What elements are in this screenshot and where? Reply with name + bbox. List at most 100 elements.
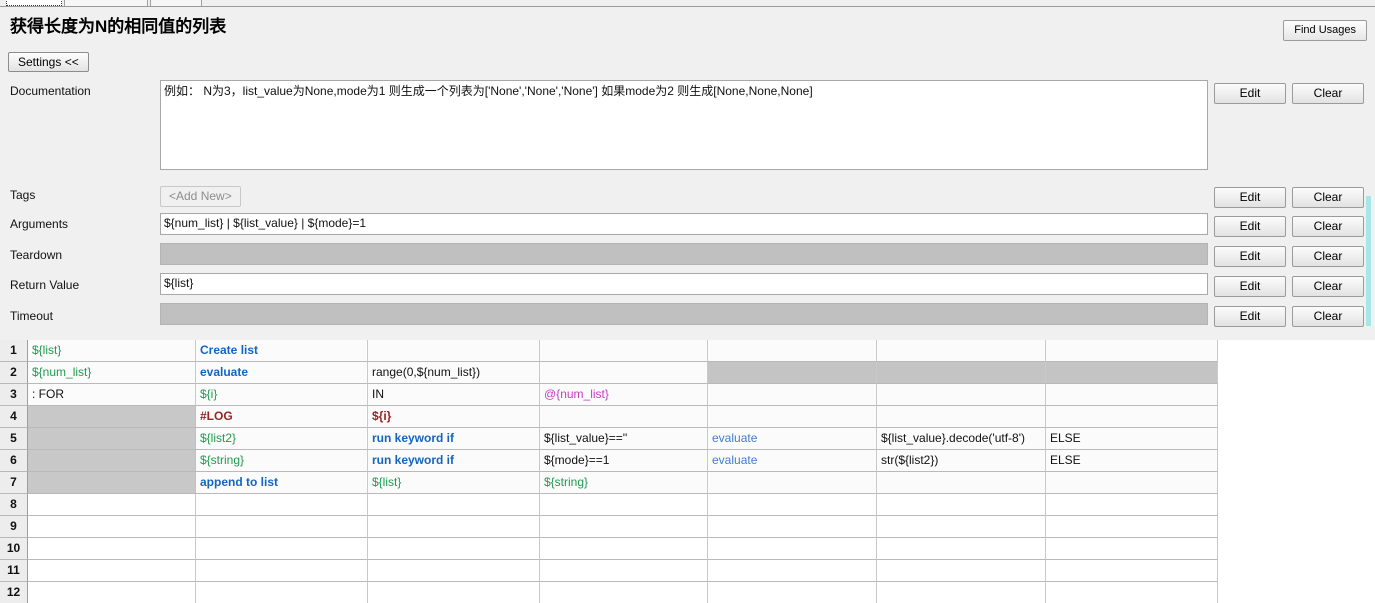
grid-cell[interactable] — [368, 560, 540, 582]
vertical-scrollbar-track[interactable] — [1371, 196, 1375, 326]
vertical-scrollbar-thumb[interactable] — [1366, 196, 1371, 326]
grid-cell[interactable] — [540, 516, 708, 538]
row-number[interactable]: 2 — [0, 362, 28, 384]
table-row[interactable]: 10 — [0, 538, 1375, 560]
table-row[interactable]: 8 — [0, 494, 1375, 516]
grid-cell[interactable] — [28, 494, 196, 516]
grid-cell[interactable]: ${list_value}=='' — [540, 428, 708, 450]
grid-cell[interactable] — [28, 560, 196, 582]
grid-cell[interactable] — [28, 582, 196, 603]
row-number[interactable]: 1 — [0, 340, 28, 362]
grid-cell[interactable] — [877, 494, 1046, 516]
table-row[interactable]: 9 — [0, 516, 1375, 538]
return-value-field[interactable]: ${list} — [160, 273, 1208, 295]
grid-cell[interactable] — [877, 582, 1046, 603]
grid-cell[interactable]: run keyword if — [368, 428, 540, 450]
grid-cell[interactable]: ${list2} — [196, 428, 368, 450]
grid-cell[interactable] — [877, 340, 1046, 362]
grid-cell[interactable] — [1046, 538, 1218, 560]
timeout-edit-button[interactable]: Edit — [1214, 306, 1286, 327]
grid-cell[interactable]: append to list — [196, 472, 368, 494]
grid-cell[interactable] — [1046, 582, 1218, 603]
grid-cell[interactable] — [1046, 494, 1218, 516]
tab-run[interactable]: Run — [150, 0, 202, 6]
row-number[interactable]: 8 — [0, 494, 28, 516]
grid-cell[interactable]: ${i} — [196, 384, 368, 406]
teardown-edit-button[interactable]: Edit — [1214, 246, 1286, 267]
table-row[interactable]: 12 — [0, 582, 1375, 603]
grid-cell[interactable] — [196, 538, 368, 560]
grid-cell[interactable] — [877, 406, 1046, 428]
grid-cell[interactable] — [708, 362, 877, 384]
grid-cell[interactable]: ${string} — [196, 450, 368, 472]
grid-cell[interactable] — [877, 538, 1046, 560]
grid-cell[interactable] — [368, 582, 540, 603]
row-number[interactable]: 12 — [0, 582, 28, 603]
grid-cell[interactable] — [368, 516, 540, 538]
grid-cell[interactable] — [540, 494, 708, 516]
grid-cell[interactable]: #LOG — [196, 406, 368, 428]
grid-cell[interactable] — [877, 384, 1046, 406]
grid-cell[interactable] — [708, 384, 877, 406]
documentation-clear-button[interactable]: Clear — [1292, 83, 1364, 104]
grid-cell[interactable] — [540, 362, 708, 384]
grid-cell[interactable]: ${i} — [368, 406, 540, 428]
grid-cell[interactable] — [28, 472, 196, 494]
grid-cell[interactable] — [1046, 472, 1218, 494]
grid-cell[interactable] — [708, 516, 877, 538]
grid-cell[interactable] — [540, 406, 708, 428]
table-row[interactable]: 7 append to list ${list} ${string} — [0, 472, 1375, 494]
grid-cell[interactable]: run keyword if — [368, 450, 540, 472]
grid-cell[interactable]: range(0,${num_list}) — [368, 362, 540, 384]
grid-cell[interactable]: @{num_list} — [540, 384, 708, 406]
grid-cell[interactable] — [708, 472, 877, 494]
documentation-field[interactable]: 例如： N为3，list_value为None,mode为1 则生成一个列表为[… — [160, 80, 1208, 170]
timeout-clear-button[interactable]: Clear — [1292, 306, 1364, 327]
table-row[interactable]: 4 #LOG ${i} — [0, 406, 1375, 428]
row-number[interactable]: 7 — [0, 472, 28, 494]
grid-cell[interactable] — [540, 340, 708, 362]
grid-cell[interactable]: ${string} — [540, 472, 708, 494]
grid-cell[interactable] — [28, 516, 196, 538]
grid-cell[interactable] — [877, 362, 1046, 384]
grid-cell[interactable] — [708, 340, 877, 362]
row-number[interactable]: 10 — [0, 538, 28, 560]
grid-cell[interactable] — [1046, 340, 1218, 362]
grid-cell[interactable] — [877, 516, 1046, 538]
timeout-field[interactable] — [160, 303, 1208, 325]
grid-cell[interactable]: ${mode}==1 — [540, 450, 708, 472]
grid-cell[interactable]: evaluate — [196, 362, 368, 384]
tags-edit-button[interactable]: Edit — [1214, 187, 1286, 208]
row-number[interactable]: 6 — [0, 450, 28, 472]
grid-cell[interactable] — [28, 450, 196, 472]
grid-cell[interactable]: ${list} — [368, 472, 540, 494]
grid-cell[interactable] — [368, 340, 540, 362]
teardown-clear-button[interactable]: Clear — [1292, 246, 1364, 267]
grid-cell[interactable]: IN — [368, 384, 540, 406]
grid-cell[interactable] — [877, 560, 1046, 582]
row-number[interactable]: 11 — [0, 560, 28, 582]
arguments-edit-button[interactable]: Edit — [1214, 216, 1286, 237]
grid-cell[interactable] — [196, 560, 368, 582]
grid-cell[interactable] — [708, 494, 877, 516]
grid-cell[interactable]: evaluate — [708, 428, 877, 450]
settings-toggle-button[interactable]: Settings << — [8, 52, 89, 72]
grid-cell[interactable] — [708, 560, 877, 582]
grid-cell[interactable] — [196, 582, 368, 603]
grid-cell[interactable] — [28, 428, 196, 450]
find-usages-button[interactable]: Find Usages — [1283, 20, 1367, 41]
row-number[interactable]: 4 — [0, 406, 28, 428]
grid-cell[interactable]: ${num_list} — [28, 362, 196, 384]
documentation-edit-button[interactable]: Edit — [1214, 83, 1286, 104]
tab-edit[interactable]: Edit — [6, 0, 62, 6]
grid-cell[interactable]: evaluate — [708, 450, 877, 472]
return-value-edit-button[interactable]: Edit — [1214, 276, 1286, 297]
arguments-field[interactable]: ${num_list} | ${list_value} | ${mode}=1 — [160, 213, 1208, 235]
table-row[interactable]: 6 ${string} run keyword if ${mode}==1 evalua… — [0, 450, 1375, 472]
grid-cell[interactable] — [540, 582, 708, 603]
grid-cell[interactable] — [877, 472, 1046, 494]
table-row[interactable]: 3: FOR ${i} IN @{num_list} — [0, 384, 1375, 406]
grid-cell[interactable]: ${list} — [28, 340, 196, 362]
return-value-clear-button[interactable]: Clear — [1292, 276, 1364, 297]
row-number[interactable]: 3 — [0, 384, 28, 406]
